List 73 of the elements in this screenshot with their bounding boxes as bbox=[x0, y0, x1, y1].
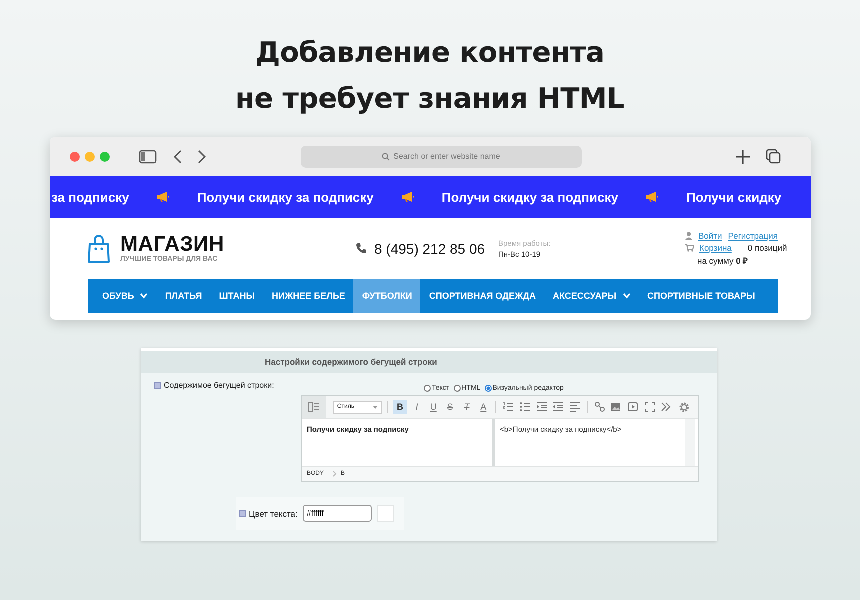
bullet-list-icon bbox=[520, 402, 530, 412]
cart-sum: на сумму 0 ₽ bbox=[696, 255, 750, 266]
nav-item[interactable]: ФУТБОЛКИ bbox=[353, 279, 420, 313]
format-button[interactable]: A bbox=[476, 400, 490, 414]
megaphone-icon bbox=[156, 191, 170, 203]
format-button[interactable]: T bbox=[460, 400, 474, 414]
color-swatch[interactable] bbox=[376, 505, 394, 522]
link-icon bbox=[594, 402, 605, 412]
outdent-icon bbox=[536, 402, 547, 412]
ticker-text: за подписку bbox=[52, 190, 130, 204]
sidebar-icon[interactable] bbox=[138, 150, 156, 164]
format-button[interactable]: I bbox=[410, 400, 424, 414]
nav-item[interactable]: ШТАНЫ bbox=[210, 279, 264, 313]
settings-icon[interactable] bbox=[679, 402, 690, 412]
ticker-text: Получи скидку bbox=[686, 190, 782, 204]
phone-icon bbox=[356, 243, 366, 254]
caret-icon bbox=[373, 406, 378, 408]
nav-item[interactable]: СПОРТИВНЫЕ ТОВАРЫ bbox=[638, 279, 764, 313]
color-input[interactable]: #ffffff bbox=[302, 505, 372, 522]
nav-item[interactable]: ПЛАТЬЯ bbox=[156, 279, 210, 313]
field-label: Содержимое бегущей строки: bbox=[164, 380, 274, 390]
toolbar-button[interactable] bbox=[626, 400, 640, 414]
format-button[interactable]: U bbox=[426, 400, 440, 414]
logo-text[interactable]: МАГАЗИН bbox=[120, 234, 224, 256]
toolbar-button[interactable] bbox=[659, 400, 674, 414]
user-icon bbox=[684, 232, 692, 240]
megaphone-icon bbox=[400, 191, 415, 203]
nav-item[interactable]: НИЖНЕЕ БЕЛЬЕ bbox=[263, 279, 354, 313]
format-button[interactable]: B bbox=[393, 400, 408, 414]
video-icon bbox=[628, 402, 638, 412]
toolbar-button[interactable] bbox=[534, 400, 548, 414]
headline-text: не требует знания HTML bbox=[236, 81, 624, 117]
toolbar-button[interactable] bbox=[609, 400, 624, 414]
plus-icon[interactable] bbox=[736, 150, 750, 164]
split-view-icon[interactable] bbox=[308, 402, 320, 412]
back-icon[interactable] bbox=[172, 150, 182, 164]
window-controls-icon[interactable] bbox=[68, 150, 112, 162]
toolbar-button[interactable] bbox=[551, 400, 566, 414]
toolbar-button[interactable] bbox=[592, 400, 606, 414]
numbered-list-icon bbox=[503, 402, 514, 412]
forward-icon[interactable] bbox=[196, 150, 206, 164]
address-field[interactable]: Search or enter website name bbox=[300, 146, 582, 168]
megaphone-icon bbox=[645, 191, 660, 203]
image-icon bbox=[611, 402, 622, 412]
ticker-text: Получи скидку за подписку bbox=[197, 190, 374, 204]
double-chevron-icon bbox=[661, 402, 672, 412]
toolbar-button[interactable] bbox=[642, 400, 656, 414]
panel-title: Настройки содержимого бегущей строки bbox=[265, 357, 438, 367]
address-placeholder: Search or enter website name bbox=[394, 152, 500, 161]
nav-item[interactable]: ОБУВЬ bbox=[90, 279, 156, 313]
fullscreen-icon bbox=[644, 402, 655, 412]
nav-item[interactable]: АКСЕССУАРЫ bbox=[544, 279, 639, 313]
login-link[interactable]: Войти bbox=[698, 231, 722, 241]
tabs-icon[interactable] bbox=[766, 149, 780, 164]
nav-item[interactable]: СПОРТИВНАЯ ОДЕЖДА bbox=[420, 279, 544, 313]
help-icon[interactable] bbox=[154, 382, 161, 388]
phone-number[interactable]: 8 (495) 212 85 06 bbox=[374, 240, 486, 256]
search-icon bbox=[382, 152, 390, 160]
ticker-text: Получи скидку за подписку bbox=[442, 190, 618, 204]
indent-icon bbox=[553, 402, 564, 412]
toolbar-button[interactable] bbox=[518, 400, 532, 414]
cart-link[interactable]: Корзина bbox=[700, 243, 732, 253]
cart-icon bbox=[684, 244, 694, 252]
toolbar-button[interactable] bbox=[501, 400, 516, 414]
toolbar-button[interactable] bbox=[568, 400, 582, 414]
register-link[interactable]: Регистрация bbox=[728, 231, 778, 241]
headline-text: Добавление контента bbox=[255, 35, 605, 71]
shopping-bag-icon[interactable] bbox=[88, 234, 110, 262]
format-button[interactable]: S bbox=[443, 400, 458, 414]
field-label: Цвет текста: bbox=[249, 508, 298, 518]
chevron-right-icon bbox=[333, 471, 338, 477]
cart-count: 0 позиций bbox=[748, 243, 788, 253]
align-left-icon bbox=[570, 402, 580, 412]
